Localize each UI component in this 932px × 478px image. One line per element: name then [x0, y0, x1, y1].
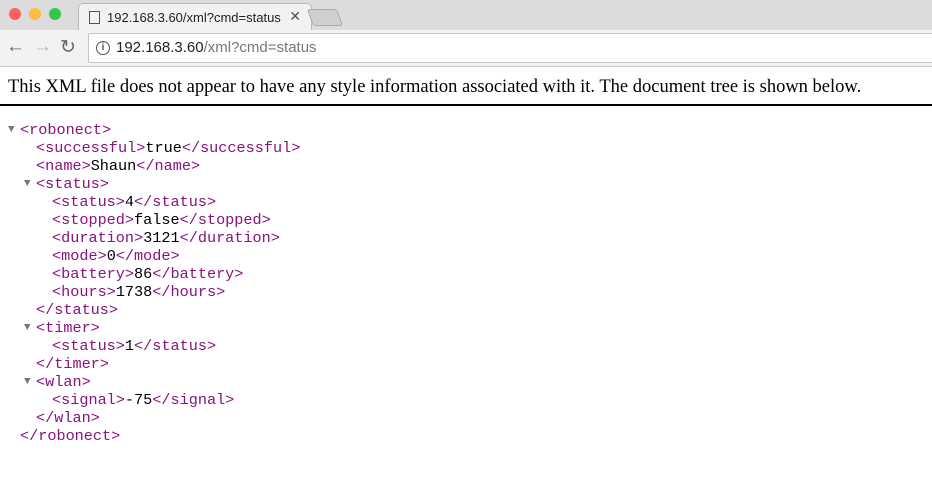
xml-open-tag: <signal>: [52, 391, 125, 409]
url-text[interactable]: 192.168.3.60/xml?cmd=status: [116, 39, 317, 56]
xml-line: <successful>true</successful>: [0, 139, 932, 157]
forward-button[interactable]: →: [33, 36, 52, 58]
minimize-window-button[interactable]: [29, 8, 41, 20]
xml-open-tag: <status>: [52, 193, 125, 211]
tab-title: 192.168.3.60/xml?cmd=status: [107, 10, 281, 25]
document-icon: [89, 11, 100, 24]
xml-value: 1738: [115, 283, 153, 301]
xml-open-tag: <timer>: [36, 319, 100, 337]
xml-close-tag: </battery>: [152, 265, 244, 283]
xml-open-tag: <mode>: [52, 247, 107, 265]
xml-close-tag: </duration>: [179, 229, 280, 247]
url-path: /xml?cmd=status: [203, 39, 317, 56]
xml-open-tag: <duration>: [52, 229, 144, 247]
reload-button[interactable]: ↻: [60, 36, 76, 59]
xml-line: </timer>: [0, 355, 932, 373]
xml-open-tag: <status>: [52, 337, 125, 355]
xml-line: ▼ <wlan>: [0, 373, 932, 391]
xml-value: -75: [124, 391, 153, 409]
xml-open-tag: <successful>: [36, 139, 146, 157]
xml-line: <status>1</status>: [0, 337, 932, 355]
collapse-triangle-icon[interactable]: ▼: [24, 373, 31, 391]
xml-close-tag: </status>: [134, 337, 217, 355]
back-button[interactable]: ←: [6, 36, 25, 58]
close-tab-icon[interactable]: ✕: [289, 8, 301, 25]
xml-line: <name>Shaun</name>: [0, 157, 932, 175]
xml-value: 4: [124, 193, 135, 211]
xml-close-tag: </signal>: [152, 391, 235, 409]
xml-tree: ▼ <robonect> <successful>true</successful>…: [0, 106, 932, 445]
xml-notice: This XML file does not appear to have an…: [0, 67, 932, 106]
maximize-window-button[interactable]: [49, 8, 61, 20]
new-tab-button[interactable]: [306, 9, 344, 26]
xml-value: true: [145, 139, 182, 157]
xml-line: </robonect>: [0, 427, 932, 445]
xml-open-tag: <robonect>: [20, 121, 112, 139]
xml-value: 1: [124, 337, 135, 355]
xml-open-tag: <hours>: [52, 283, 116, 301]
xml-close-tag: </wlan>: [36, 409, 100, 427]
xml-close-tag: </status>: [36, 301, 119, 319]
xml-line: </wlan>: [0, 409, 932, 427]
xml-close-tag: </name>: [136, 157, 201, 175]
xml-line: <mode>0</mode>: [0, 247, 932, 265]
xml-value: 86: [134, 265, 153, 283]
xml-line: <hours>1738</hours>: [0, 283, 932, 301]
browser-tab[interactable]: 192.168.3.60/xml?cmd=status ✕: [78, 3, 312, 31]
collapse-triangle-icon[interactable]: ▼: [24, 175, 31, 193]
xml-open-tag: <battery>: [52, 265, 135, 283]
xml-close-tag: </status>: [134, 193, 217, 211]
xml-close-tag: </timer>: [36, 355, 109, 373]
xml-close-tag: </successful>: [181, 139, 301, 157]
toolbar: ← → ↻ i 192.168.3.60/xml?cmd=status: [0, 30, 932, 67]
xml-line: <stopped>false</stopped>: [0, 211, 932, 229]
xml-line: </status>: [0, 301, 932, 319]
address-bar[interactable]: i 192.168.3.60/xml?cmd=status: [88, 33, 932, 63]
url-host: 192.168.3.60: [116, 39, 204, 56]
xml-value: Shaun: [90, 157, 137, 175]
xml-open-tag: <status>: [36, 175, 109, 193]
xml-open-tag: <wlan>: [36, 373, 91, 391]
xml-value: false: [134, 211, 180, 229]
xml-line: <signal>-75</signal>: [0, 391, 932, 409]
xml-line: <battery>86</battery>: [0, 265, 932, 283]
xml-value: 0: [106, 247, 116, 265]
xml-open-tag: <name>: [36, 157, 91, 175]
xml-close-tag: </robonect>: [20, 427, 121, 445]
xml-line: ▼ <timer>: [0, 319, 932, 337]
collapse-triangle-icon[interactable]: ▼: [8, 121, 15, 139]
xml-line: ▼ <robonect>: [0, 121, 932, 139]
info-icon[interactable]: i: [96, 41, 110, 55]
collapse-triangle-icon[interactable]: ▼: [24, 319, 31, 337]
xml-line: ▼ <status>: [0, 175, 932, 193]
xml-value: 3121: [143, 229, 180, 247]
xml-close-tag: </stopped>: [179, 211, 271, 229]
xml-line: <duration>3121</duration>: [0, 229, 932, 247]
xml-open-tag: <stopped>: [52, 211, 135, 229]
close-window-button[interactable]: [9, 8, 21, 20]
tab-bar: 192.168.3.60/xml?cmd=status ✕: [0, 0, 932, 31]
xml-close-tag: </mode>: [115, 247, 180, 265]
xml-close-tag: </hours>: [152, 283, 226, 301]
xml-line: <status>4</status>: [0, 193, 932, 211]
